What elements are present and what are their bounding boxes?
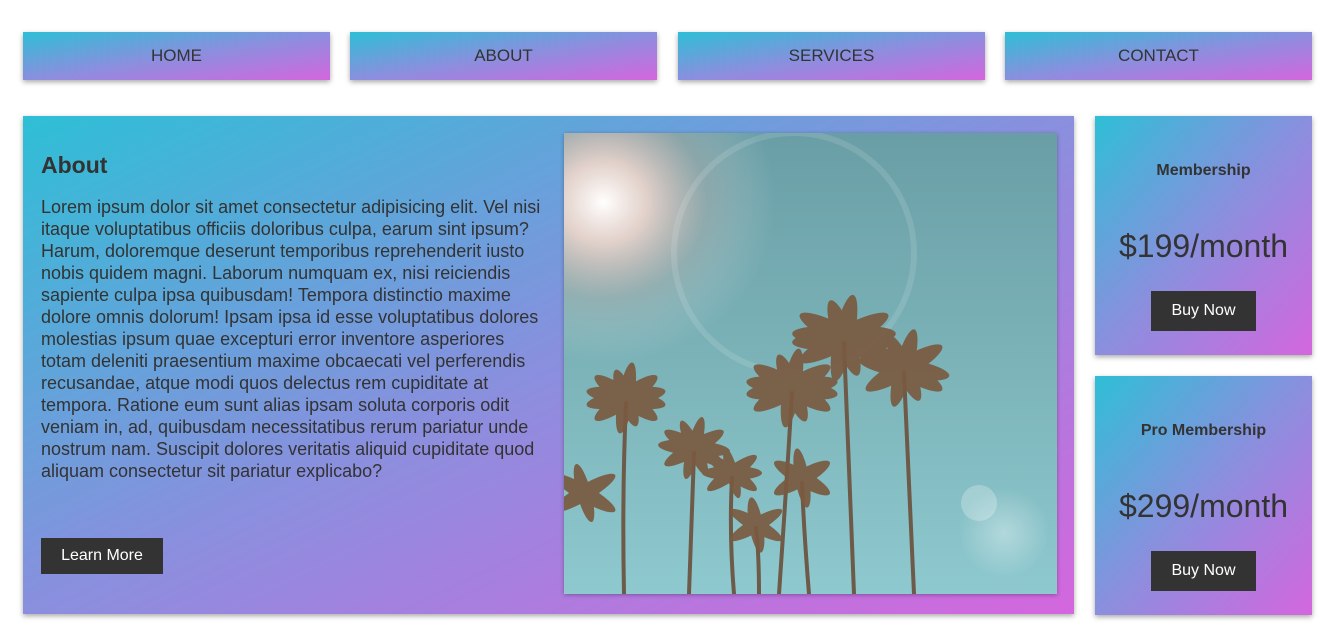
nav-services-button[interactable]: SERVICES [678, 32, 985, 80]
card-title: Membership [1156, 162, 1251, 179]
membership-card: Membership $199/month Buy Now [1095, 116, 1312, 355]
buy-now-button[interactable]: Buy Now [1151, 551, 1256, 591]
nav-about-button[interactable]: ABOUT [350, 32, 657, 80]
buy-now-button[interactable]: Buy Now [1151, 291, 1256, 331]
pro-membership-card: Pro Membership $299/month Buy Now [1095, 376, 1312, 615]
nav-home-button[interactable]: HOME [23, 32, 330, 80]
card-price: $199/month [1118, 228, 1288, 264]
about-title: About [41, 152, 108, 178]
about-panel: About Lorem ipsum dolor sit amet consect… [23, 116, 1074, 614]
about-body-text: Lorem ipsum dolor sit amet consectetur a… [41, 197, 541, 481]
learn-more-button[interactable]: Learn More [41, 538, 163, 574]
nav-contact-button[interactable]: CONTACT [1005, 32, 1312, 80]
card-price: $299/month [1118, 488, 1288, 524]
palm-trees-illustration [564, 133, 1057, 594]
card-title: Pro Membership [1140, 422, 1267, 439]
palm-trees-image [564, 133, 1057, 594]
